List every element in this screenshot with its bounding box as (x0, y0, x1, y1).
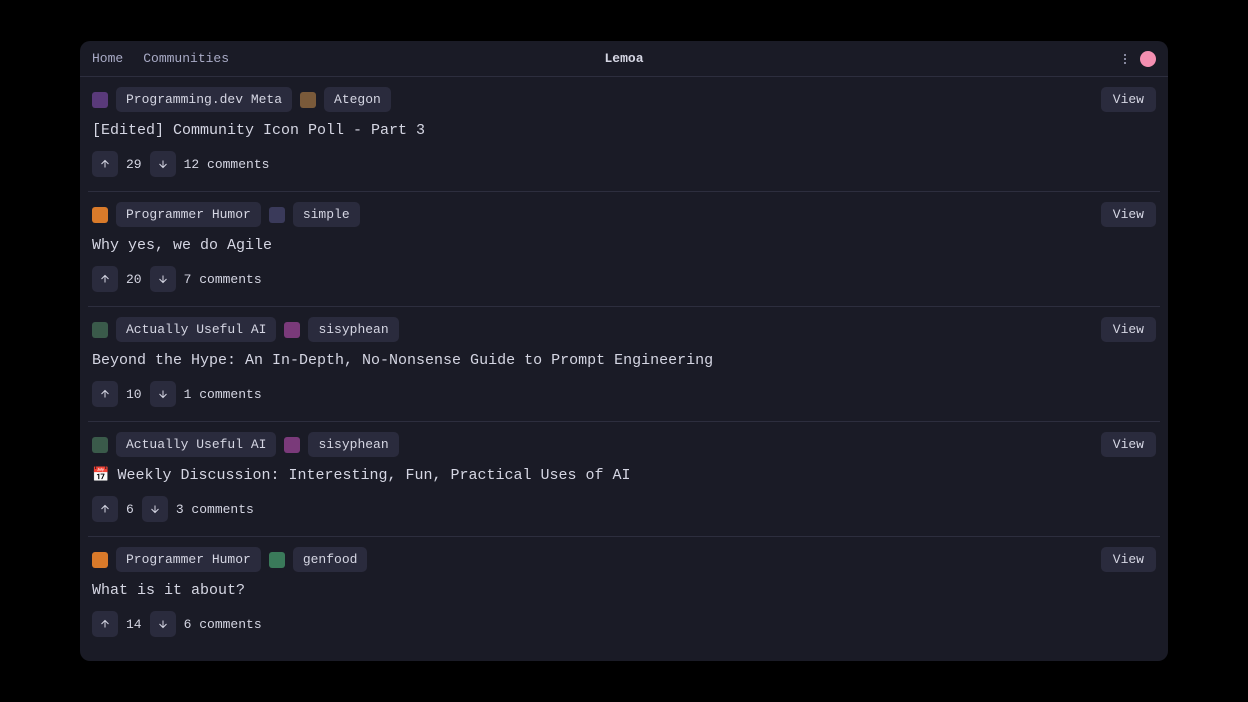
post-title[interactable]: [Edited] Community Icon Poll - Part 3 (92, 122, 1156, 139)
author-pill[interactable]: sisyphean (308, 432, 398, 457)
author-icon (300, 92, 316, 108)
upvote-button[interactable] (92, 151, 118, 177)
post-header: Actually Useful AI sisyphean View (92, 317, 1156, 342)
downvote-button[interactable] (150, 266, 176, 292)
nav-home[interactable]: Home (92, 51, 123, 66)
arrow-down-icon (157, 388, 169, 400)
post-score: 14 (126, 617, 142, 632)
menu-icon[interactable] (1124, 54, 1126, 64)
comments-count[interactable]: 6 comments (184, 617, 262, 632)
post-title[interactable]: Why yes, we do Agile (92, 237, 1156, 254)
app-title: Lemoa (604, 51, 643, 66)
post-item: Actually Useful AI sisyphean View Beyond… (88, 307, 1160, 422)
header-right (1124, 51, 1156, 67)
comments-count[interactable]: 7 comments (184, 272, 262, 287)
comments-count[interactable]: 3 comments (176, 502, 254, 517)
post-title[interactable]: 📅 Weekly Discussion: Interesting, Fun, P… (92, 467, 1156, 484)
upvote-button[interactable] (92, 496, 118, 522)
community-pill[interactable]: Programmer Humor (116, 547, 261, 572)
upvote-button[interactable] (92, 266, 118, 292)
app-window: Home Communities Lemoa Programming.dev M… (80, 41, 1168, 661)
post-score: 20 (126, 272, 142, 287)
author-icon (284, 322, 300, 338)
post-header: Programmer Humor simple View (92, 202, 1156, 227)
arrow-up-icon (99, 618, 111, 630)
post-footer: 6 3 comments (92, 496, 1156, 522)
post-header: Programmer Humor genfood View (92, 547, 1156, 572)
nav-links: Home Communities (92, 51, 229, 66)
view-button[interactable]: View (1101, 547, 1156, 572)
post-item: Programmer Humor simple View Why yes, we… (88, 192, 1160, 307)
post-footer: 20 7 comments (92, 266, 1156, 292)
post-title[interactable]: What is it about? (92, 582, 1156, 599)
post-title-text: [Edited] Community Icon Poll - Part 3 (92, 122, 425, 139)
community-icon (92, 437, 108, 453)
post-footer: 10 1 comments (92, 381, 1156, 407)
community-pill[interactable]: Actually Useful AI (116, 432, 276, 457)
arrow-up-icon (99, 503, 111, 515)
post-item: Programmer Humor genfood View What is it… (88, 537, 1160, 651)
post-score: 6 (126, 502, 134, 517)
upvote-button[interactable] (92, 381, 118, 407)
author-icon (269, 207, 285, 223)
comments-count[interactable]: 12 comments (184, 157, 270, 172)
post-title-text: Weekly Discussion: Interesting, Fun, Pra… (117, 467, 630, 484)
comments-count[interactable]: 1 comments (184, 387, 262, 402)
post-title-text: Beyond the Hype: An In-Depth, No-Nonsens… (92, 352, 713, 369)
community-icon (92, 207, 108, 223)
arrow-up-icon (99, 158, 111, 170)
post-score: 10 (126, 387, 142, 402)
view-button[interactable]: View (1101, 317, 1156, 342)
arrow-down-icon (157, 618, 169, 630)
avatar[interactable] (1140, 51, 1156, 67)
arrow-down-icon (157, 158, 169, 170)
post-header: Actually Useful AI sisyphean View (92, 432, 1156, 457)
arrow-up-icon (99, 388, 111, 400)
author-icon (284, 437, 300, 453)
community-icon (92, 552, 108, 568)
header-bar: Home Communities Lemoa (80, 41, 1168, 77)
post-title-text: Why yes, we do Agile (92, 237, 272, 254)
title-emoji-icon: 📅 (92, 467, 109, 484)
community-pill[interactable]: Programmer Humor (116, 202, 261, 227)
post-title[interactable]: Beyond the Hype: An In-Depth, No-Nonsens… (92, 352, 1156, 369)
view-button[interactable]: View (1101, 202, 1156, 227)
post-footer: 14 6 comments (92, 611, 1156, 637)
view-button[interactable]: View (1101, 87, 1156, 112)
author-pill[interactable]: genfood (293, 547, 368, 572)
community-pill[interactable]: Actually Useful AI (116, 317, 276, 342)
view-button[interactable]: View (1101, 432, 1156, 457)
author-pill[interactable]: simple (293, 202, 360, 227)
arrow-down-icon (149, 503, 161, 515)
post-header: Programming.dev Meta Ategon View (92, 87, 1156, 112)
post-title-text: What is it about? (92, 582, 245, 599)
author-icon (269, 552, 285, 568)
author-pill[interactable]: sisyphean (308, 317, 398, 342)
author-pill[interactable]: Ategon (324, 87, 391, 112)
community-icon (92, 92, 108, 108)
downvote-button[interactable] (150, 381, 176, 407)
arrow-up-icon (99, 273, 111, 285)
post-footer: 29 12 comments (92, 151, 1156, 177)
post-item: Actually Useful AI sisyphean View 📅 Week… (88, 422, 1160, 537)
downvote-button[interactable] (142, 496, 168, 522)
post-item: Programming.dev Meta Ategon View [Edited… (88, 77, 1160, 192)
arrow-down-icon (157, 273, 169, 285)
community-pill[interactable]: Programming.dev Meta (116, 87, 292, 112)
community-icon (92, 322, 108, 338)
post-feed[interactable]: Programming.dev Meta Ategon View [Edited… (80, 77, 1168, 661)
downvote-button[interactable] (150, 611, 176, 637)
nav-communities[interactable]: Communities (143, 51, 229, 66)
downvote-button[interactable] (150, 151, 176, 177)
post-score: 29 (126, 157, 142, 172)
upvote-button[interactable] (92, 611, 118, 637)
